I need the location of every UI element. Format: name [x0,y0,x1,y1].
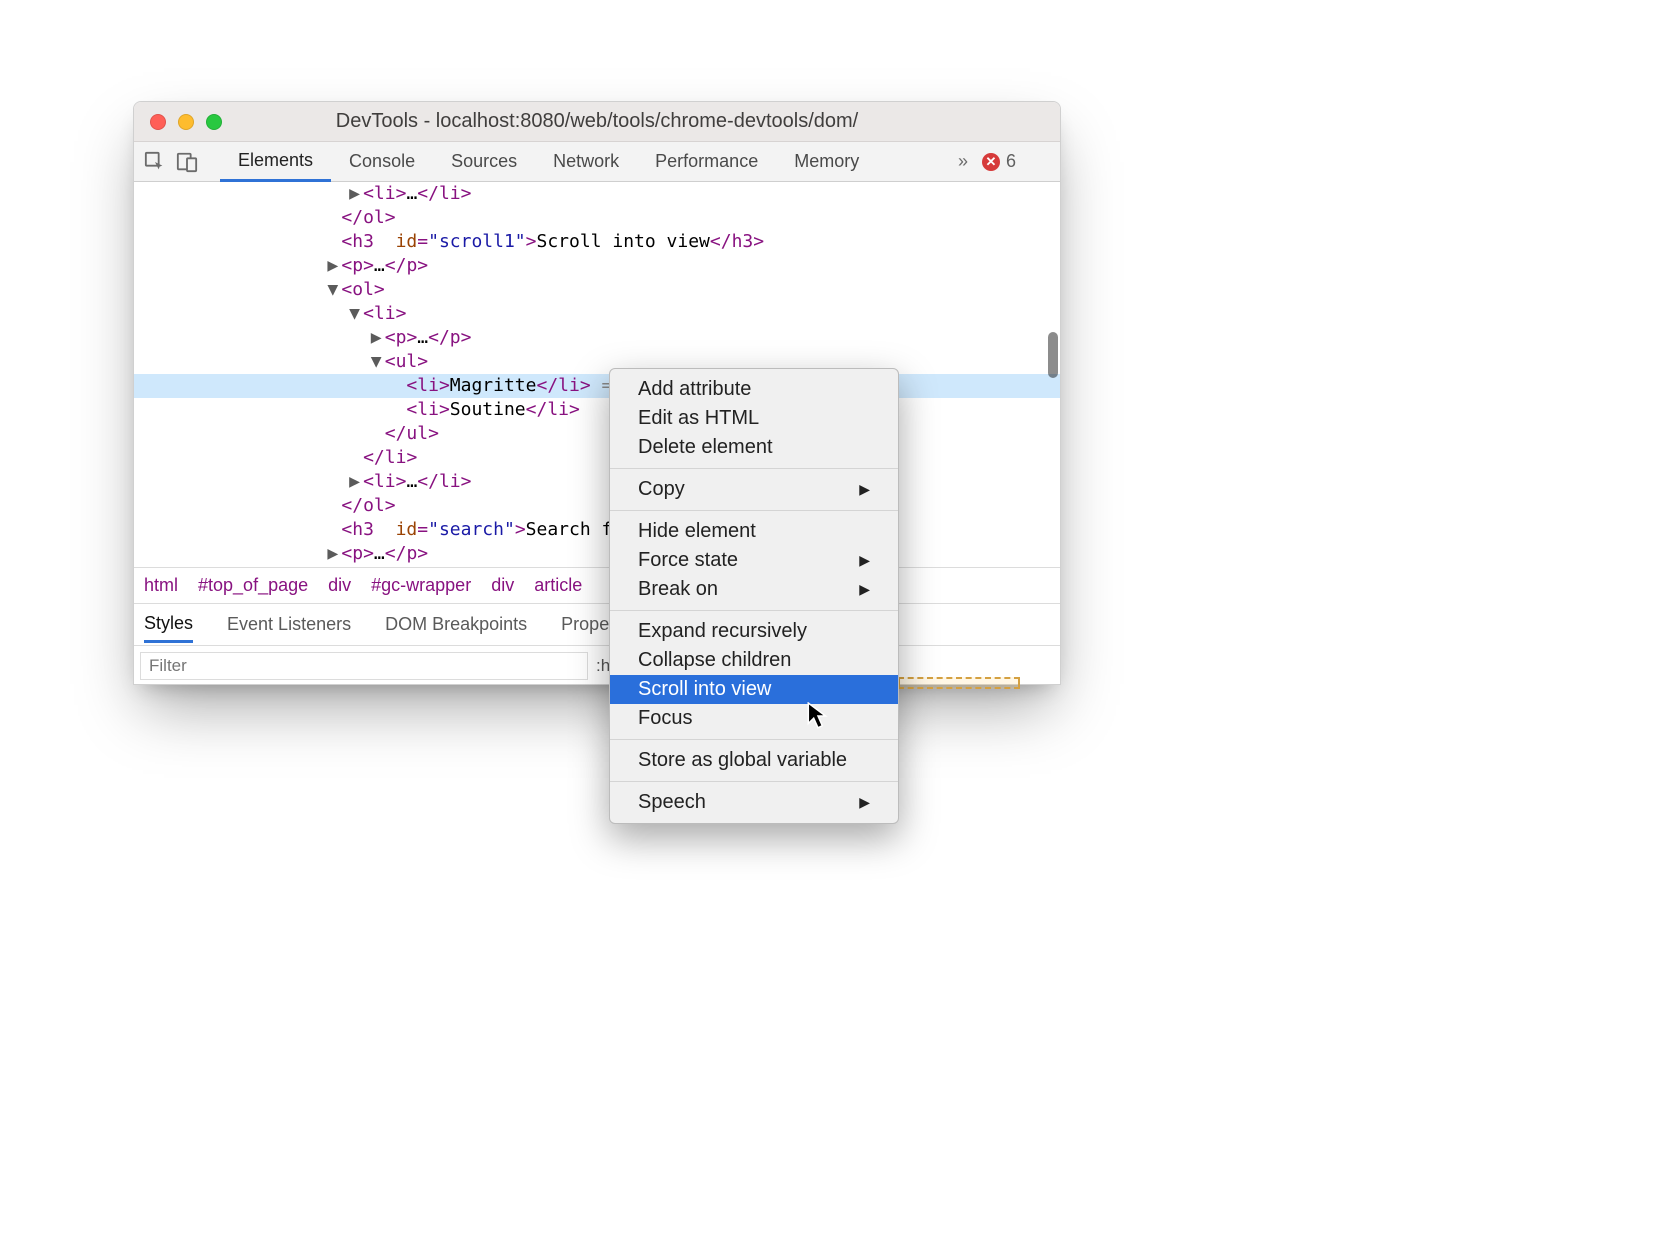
context-menu-item-hide-element[interactable]: Hide element [610,517,898,546]
breadcrumb-item[interactable]: #top_of_page [198,575,308,596]
context-menu-separator [610,781,898,782]
context-menu-item-label: Copy [638,478,685,501]
window-title: DevTools - localhost:8080/web/tools/chro… [134,110,1060,133]
dom-node[interactable]: ▶<p>…</p> [134,254,1060,278]
context-menu-separator [610,739,898,740]
error-badge[interactable]: ✕ 6 [982,151,1016,172]
context-menu-item-label: Collapse children [638,649,791,672]
sidebar-tab-styles[interactable]: Styles [144,613,193,643]
context-menu: Add attribute Edit as HTML Delete element C… [609,368,899,824]
context-menu-item-label: Force state [638,549,738,572]
margin-overlay-fragment [898,677,1020,689]
tab-sources[interactable]: Sources [433,142,535,181]
context-menu-item-expand-recursively[interactable]: Expand recursively [610,617,898,646]
tab-elements[interactable]: Elements [220,143,331,182]
context-menu-item-break-on[interactable]: Break on ▶ [610,575,898,604]
settings-menu-icon[interactable] [1030,153,1050,171]
breadcrumb-item[interactable]: div [491,575,514,596]
context-menu-item-label: Break on [638,578,718,601]
breadcrumbs: html #top_of_page div #gc-wrapper div ar… [134,567,1060,603]
traffic-lights [150,114,222,130]
dom-node-selected[interactable]: <li>Magritte</li> == $0 [134,374,1060,398]
dom-node[interactable]: <h3 id="search">Search for nodes</h3> [134,518,1060,542]
dom-node[interactable]: ▶<li>…</li> [134,182,1060,206]
breadcrumb-item[interactable]: #gc-wrapper [371,575,471,596]
panel-tabs: ElementsConsoleSourcesNetworkPerformance… [220,142,877,181]
dom-node[interactable]: ▼<li> [134,302,1060,326]
submenu-arrow-icon: ▶ [859,552,870,569]
context-menu-item-label: Expand recursively [638,620,807,643]
tab-network[interactable]: Network [535,142,637,181]
dom-node[interactable]: </li> [134,446,1060,470]
dom-node[interactable]: ▶<p>…</p> [134,326,1060,350]
toolbar-left-icons [144,151,198,173]
context-menu-item-scroll-into-view[interactable]: Scroll into view [610,675,898,704]
context-menu-item-collapse-children[interactable]: Collapse children [610,646,898,675]
context-menu-item-store-as-global-variable[interactable]: Store as global variable [610,746,898,775]
context-menu-item-label: Hide element [638,520,756,543]
submenu-arrow-icon: ▶ [859,481,870,498]
sidebar-tabs: StylesEvent ListenersDOM BreakpointsProp… [134,603,1060,645]
context-menu-item-label: Store as global variable [638,749,847,772]
tab-performance[interactable]: Performance [637,142,776,181]
dom-node[interactable]: ▼<ul> [134,350,1060,374]
context-menu-item-edit-as-html[interactable]: Edit as HTML [610,404,898,433]
error-count: 6 [1006,151,1016,172]
context-menu-item-add-attribute[interactable]: Add attribute [610,375,898,404]
context-menu-item-speech[interactable]: Speech ▶ [610,788,898,817]
dom-node[interactable]: <h3 id="scroll1">Scroll into view</h3> [134,230,1060,254]
context-menu-item-label: Focus [638,707,692,730]
breadcrumb-item[interactable]: div [328,575,351,596]
close-window-button[interactable] [150,114,166,130]
tab-console[interactable]: Console [331,142,433,181]
sidebar-tab-dom-breakpoints[interactable]: DOM Breakpoints [385,614,527,635]
inspect-element-icon[interactable] [144,151,166,173]
toolbar-right: » ✕ 6 [958,151,1050,172]
more-tabs-icon[interactable]: » [958,151,968,172]
breadcrumb-item[interactable]: html [144,575,178,596]
breadcrumb-item[interactable]: article [534,575,582,596]
context-menu-item-copy[interactable]: Copy ▶ [610,475,898,504]
context-menu-item-label: Scroll into view [638,678,771,701]
submenu-arrow-icon: ▶ [859,581,870,598]
vertical-scrollbar-thumb[interactable] [1048,332,1058,378]
context-menu-item-force-state[interactable]: Force state ▶ [610,546,898,575]
context-menu-item-delete-element[interactable]: Delete element [610,433,898,462]
elements-tree[interactable]: ••• ▶<li>…</li> </ol> <h3 id="scroll1">S… [134,182,1060,567]
zoom-window-button[interactable] [206,114,222,130]
context-menu-separator [610,610,898,611]
titlebar: DevTools - localhost:8080/web/tools/chro… [134,102,1060,142]
context-menu-separator [610,468,898,469]
dom-node[interactable]: ▶<li>…</li> [134,470,1060,494]
sidebar-tab-event-listeners[interactable]: Event Listeners [227,614,351,635]
dom-node[interactable]: ▼<ol> [134,278,1060,302]
tab-memory[interactable]: Memory [776,142,877,181]
devtools-window: DevTools - localhost:8080/web/tools/chro… [133,101,1061,685]
styles-filter-input[interactable] [140,652,588,680]
context-menu-item-label: Add attribute [638,378,751,401]
main-toolbar: ElementsConsoleSourcesNetworkPerformance… [134,142,1060,182]
dom-node[interactable]: ▶<p>…</p> [134,542,1060,566]
device-toolbar-icon[interactable] [176,151,198,173]
submenu-arrow-icon: ▶ [859,794,870,811]
context-menu-item-label: Edit as HTML [638,407,759,430]
dom-node[interactable]: </ol> [134,494,1060,518]
dom-node[interactable]: </ol> [134,206,1060,230]
context-menu-item-label: Delete element [638,436,773,459]
dom-node[interactable]: </ul> [134,422,1060,446]
context-menu-item-label: Speech [638,791,706,814]
minimize-window-button[interactable] [178,114,194,130]
dom-node[interactable]: <li>Soutine</li> [134,398,1060,422]
context-menu-separator [610,510,898,511]
context-menu-item-focus[interactable]: Focus [610,704,898,733]
error-icon: ✕ [982,153,1000,171]
